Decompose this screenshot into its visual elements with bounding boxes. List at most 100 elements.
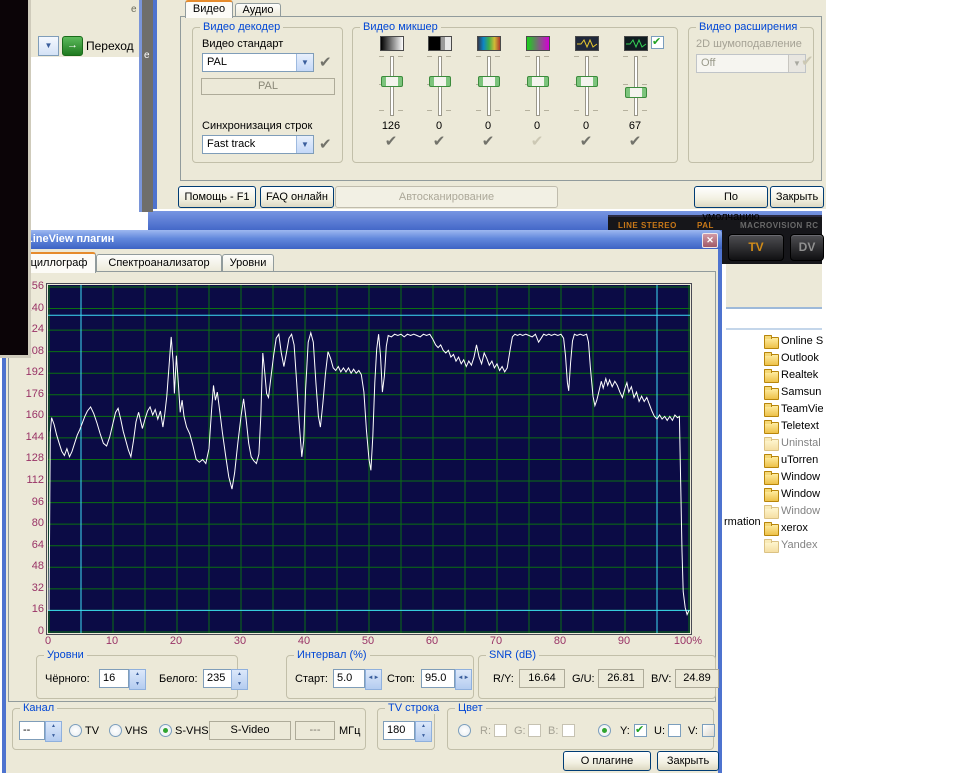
close-plugin-button[interactable]: Закрыть	[657, 751, 719, 771]
group-title: TV строка	[385, 702, 442, 714]
folder-icon	[764, 524, 779, 536]
folder-icon	[764, 541, 779, 553]
video-input-field: S-Video	[209, 721, 291, 740]
mixer-slider[interactable]	[517, 54, 557, 116]
folder-icon	[764, 354, 779, 366]
folder-icon	[764, 371, 779, 383]
mixer-enable-checkbox[interactable]	[651, 36, 664, 49]
toolbar-dropdown-button[interactable]: ▼	[38, 36, 59, 56]
y-axis-tick: 160	[18, 409, 44, 421]
help-button[interactable]: Помощь - F1	[178, 186, 256, 208]
slider-thumb[interactable]	[527, 76, 549, 87]
folder-label: Realtek	[781, 369, 823, 381]
tab-audio[interactable]: Аудио	[235, 3, 281, 17]
apply-check-icon: ✔	[580, 133, 593, 150]
line-sync-combo[interactable]: Fast track ▼	[202, 135, 314, 154]
snr-group: SNR (dB) R/Y: 16.64 G/U: 26.81 B/V: 24.8…	[478, 655, 716, 699]
white-level-spinner[interactable]: ▲▼	[231, 669, 248, 690]
radio-vhs[interactable]	[109, 724, 122, 737]
group-title: Цвет	[455, 702, 486, 714]
r-label: R:	[480, 725, 491, 737]
mixer-slider-column: 67✔	[613, 32, 657, 160]
folder-icon	[764, 490, 779, 502]
radio-svhs-label: S-VHS	[175, 725, 209, 737]
2d-noise-combo[interactable]: Off ▼	[696, 54, 806, 73]
y-axis-tick: 144	[18, 431, 44, 443]
mixer-slider[interactable]	[615, 54, 655, 116]
slider-value: 0	[417, 120, 461, 132]
radio-yuv[interactable]	[598, 724, 611, 737]
folder-label: Window	[781, 488, 823, 500]
tab-spectrum-analyzer[interactable]: Спектроанализатор	[96, 254, 222, 272]
mixer-slider-column: 126✔	[369, 32, 413, 160]
tv-line-input[interactable]: 180	[383, 721, 415, 740]
black-level-spinner[interactable]: ▲▼	[129, 669, 146, 690]
pane-gray-strip	[142, 0, 153, 212]
folder-icon	[764, 507, 779, 519]
u-checkbox[interactable]	[668, 724, 681, 737]
close-button[interactable]: Закрыть	[770, 186, 824, 208]
about-plugin-button[interactable]: О плагине	[563, 751, 651, 771]
faq-online-button[interactable]: FAQ онлайн	[260, 186, 334, 208]
group-title: Интервал (%)	[294, 649, 370, 661]
tab-levels[interactable]: Уровни	[222, 254, 274, 272]
radio-tv[interactable]	[69, 724, 82, 737]
video-extensions-group: Видео расширения 2D шумоподавление Off ▼…	[688, 27, 814, 163]
folder-label: Online S	[781, 335, 823, 347]
start-input[interactable]: 5.0	[333, 669, 365, 688]
tv-line-spinner[interactable]: ▲▼	[415, 721, 432, 742]
go-button[interactable]: →	[62, 36, 83, 56]
chevron-down-icon[interactable]: ▼	[296, 54, 313, 71]
radio-svhs[interactable]	[159, 724, 172, 737]
y-axis-tick: 48	[18, 560, 44, 572]
mixer-slider[interactable]	[566, 54, 606, 116]
defaults-button[interactable]: По умолчанию	[694, 186, 768, 208]
group-title: Видео декодер	[200, 21, 283, 33]
video-standard-combo[interactable]: PAL ▼	[202, 53, 314, 72]
title-bar[interactable]: LineView плагин ✕	[2, 230, 722, 249]
line-sync-label: Синхронизация строк	[202, 120, 312, 132]
black-level-input[interactable]: 16	[99, 669, 129, 688]
2d-noise-label: 2D шумоподавление	[696, 38, 802, 50]
v-checkbox[interactable]	[702, 724, 715, 737]
mixer-slider[interactable]	[371, 54, 411, 116]
r-checkbox	[494, 724, 507, 737]
folder-label: Samsun	[781, 386, 823, 398]
radio-rgb[interactable]	[458, 724, 471, 737]
contrast-icon	[428, 36, 452, 51]
x-axis-tick: 60	[412, 635, 452, 647]
mixer-slider[interactable]	[419, 54, 459, 116]
stop-label: Стоп:	[387, 673, 415, 685]
mixer-slider-column: 0✔	[564, 32, 608, 160]
tv-button[interactable]: TV	[728, 234, 784, 261]
tv-line-group: TV строка 180 ▲▼	[377, 708, 435, 750]
start-label: Старт:	[295, 673, 328, 685]
start-spinner[interactable]: ◄►	[365, 669, 382, 690]
go-button-label[interactable]: Переход	[86, 39, 134, 53]
channel-number-input[interactable]: --	[19, 721, 45, 740]
y-axis-tick: 192	[18, 366, 44, 378]
x-axis-tick: 40	[284, 635, 324, 647]
folder-icon	[764, 439, 779, 451]
stop-input[interactable]: 95.0	[421, 669, 455, 688]
slider-thumb[interactable]	[478, 76, 500, 87]
video-decoder-group: Видео декодер Видео стандарт PAL ▼ ✔ PAL…	[192, 27, 343, 163]
folder-icon	[764, 456, 779, 468]
chevron-down-icon[interactable]: ▼	[296, 136, 313, 153]
black-level-label: Чёрного:	[45, 673, 90, 685]
slider-thumb[interactable]	[576, 76, 598, 87]
dv-button[interactable]: DV	[790, 234, 824, 261]
snr-gu-label: G/U:	[572, 673, 595, 685]
slider-thumb[interactable]	[625, 87, 647, 98]
group-title: Видео расширения	[696, 21, 800, 33]
tab-video[interactable]: Видео	[185, 0, 233, 18]
slider-thumb[interactable]	[381, 76, 403, 87]
y-checkbox[interactable]	[634, 724, 647, 737]
stop-spinner[interactable]: ◄►	[455, 669, 472, 690]
channel-number-spinner[interactable]: ▲▼	[45, 721, 62, 742]
partial-text-fragment: e	[131, 4, 137, 15]
white-level-input[interactable]: 235	[203, 669, 233, 688]
mixer-slider[interactable]	[468, 54, 508, 116]
slider-thumb[interactable]	[429, 76, 451, 87]
close-icon[interactable]: ✕	[702, 233, 718, 248]
